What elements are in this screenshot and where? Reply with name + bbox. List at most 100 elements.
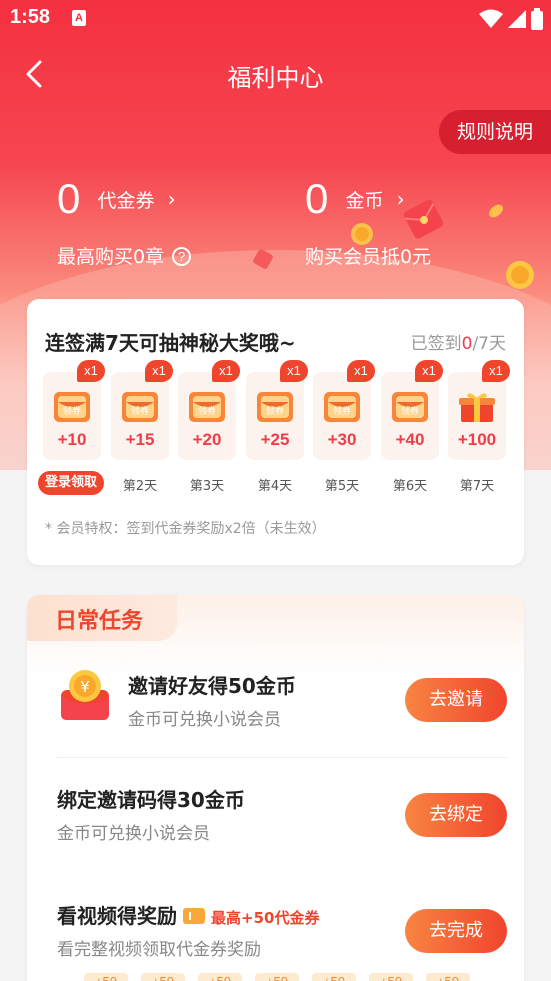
status-time: 1:58: [10, 6, 51, 28]
day-label-login-claim[interactable]: 登录领取: [38, 471, 104, 495]
day-badge: x1: [145, 360, 173, 382]
task-subtitle: 看完整视频领取代金券奖励: [57, 940, 261, 960]
day-label: 第7天: [459, 479, 495, 494]
member-privilege-note: * 会员特权：签到代金券奖励x2倍（未生效）: [45, 521, 326, 537]
svg-text:领券: 领券: [131, 405, 149, 417]
checkin-card: 连签满7天可抽神秘大奖哦~ 已签到0/7天 x1 领券 +10 x1 领券 +1…: [27, 299, 524, 565]
day-amount: +15: [125, 430, 155, 449]
mini-reward: +50: [255, 973, 299, 981]
red-envelope-decoration: [253, 249, 273, 269]
day-label: 第2天: [122, 479, 158, 494]
page-title: 福利中心: [227, 64, 324, 92]
daily-tasks-header: 日常任务: [27, 595, 177, 641]
checkin-progress: 已签到0/7天: [411, 329, 506, 354]
day-badge: x1: [482, 360, 510, 382]
day-badge: x1: [212, 360, 240, 382]
progress-suffix: /7天: [472, 334, 506, 354]
chevron-right-icon: ›: [167, 187, 176, 211]
coupon-icon: 领券: [257, 392, 293, 422]
video-reward-row: +50 +50 +50 +50 +50 +50 +50: [84, 973, 504, 981]
mini-reward: +50: [369, 973, 413, 981]
day-label: 第3天: [189, 479, 225, 494]
complete-button[interactable]: 去完成: [405, 909, 507, 953]
task-watch-video: 看视频得奖励 最高+50代金券 看完整视频领取代金券奖励 去完成: [27, 883, 524, 981]
svg-text:¥: ¥: [80, 678, 90, 696]
coupon-balance[interactable]: 0 代金券 ›: [57, 175, 176, 223]
task-title: 绑定邀请码得30金币: [57, 788, 245, 812]
divider: [57, 757, 507, 758]
day-amount: +25: [260, 430, 290, 449]
task-subtitle: 金币可兑换小说会员: [57, 824, 210, 844]
red-envelope-decoration: [403, 199, 444, 239]
mini-reward: +50: [84, 973, 128, 981]
day-card-3[interactable]: x1 领券 +20: [178, 360, 240, 460]
day-amount: +10: [57, 430, 87, 449]
bind-button[interactable]: 去绑定: [405, 793, 507, 837]
task-subtitle: 金币可兑换小说会员: [128, 710, 281, 730]
coupon-icon: 领券: [392, 392, 428, 422]
checkin-headline: 连签满7天可抽神秘大奖哦~: [45, 331, 296, 355]
coupon-icon: 领券: [189, 392, 225, 422]
mini-reward: +50: [141, 973, 185, 981]
day-card-4[interactable]: x1 领券 +25: [246, 360, 308, 460]
coupon-subtext: 最高购买0章?: [57, 242, 192, 269]
day-card-5[interactable]: x1 领券 +30: [313, 360, 375, 460]
progress-current: 0: [461, 334, 473, 354]
notification-icon: A: [72, 10, 86, 26]
day-badge: x1: [415, 360, 443, 382]
coin-subtext: 购买会员抵0元: [305, 246, 432, 268]
invite-button[interactable]: 去邀请: [405, 678, 507, 722]
svg-text:领券: 领券: [401, 405, 419, 417]
coupon-icon: 领券: [122, 392, 158, 422]
day-amount: +30: [327, 430, 357, 449]
day-badge: x1: [347, 360, 375, 382]
day-badge: x1: [77, 360, 105, 382]
day-card-1[interactable]: x1 领券 +10: [43, 360, 105, 460]
chevron-right-icon: ›: [396, 187, 405, 211]
svg-text:领券: 领券: [333, 405, 351, 417]
task-title: 看视频得奖励: [57, 904, 177, 928]
daily-tasks-card: 日常任务 ¥ 邀请好友得50金币 金币可兑换小说会员 去邀请 绑定邀请码得30金…: [27, 595, 524, 981]
day-label: 第6天: [392, 479, 428, 494]
task-title-row: 看视频得奖励 最高+50代金券: [57, 900, 319, 929]
svg-text:领券: 领券: [198, 405, 216, 417]
red-envelope-icon: ¥: [61, 670, 109, 720]
mini-reward: +50: [312, 973, 356, 981]
checkin-days: x1 领券 +10 x1 领券 +15 x1 领券 +20 x1 领券 +25 …: [43, 360, 510, 462]
coin-balance[interactable]: 0 金币 ›: [305, 175, 405, 223]
mini-reward: +50: [426, 973, 470, 981]
day-label: 第5天: [324, 479, 360, 494]
rules-button[interactable]: 规则说明: [439, 110, 551, 154]
day-amount: +40: [395, 430, 425, 449]
coin-label: 金币: [345, 189, 384, 212]
task-title: 邀请好友得50金币: [128, 674, 296, 698]
coupon-count: 0: [57, 175, 81, 222]
day-badge: x1: [280, 360, 308, 382]
day-amount: +100: [457, 430, 497, 449]
day-label: 第4天: [257, 479, 293, 494]
status-bar: 1:58 A: [0, 0, 551, 38]
wifi-icon: [479, 9, 503, 28]
task-invite: ¥ 邀请好友得50金币 金币可兑换小说会员 去邀请: [27, 650, 524, 760]
day-amount: +20: [192, 430, 222, 449]
help-icon[interactable]: ?: [172, 247, 192, 266]
daily-tasks-title: 日常任务: [55, 609, 144, 634]
svg-text:领券: 领券: [266, 405, 284, 417]
coin-decoration: [489, 204, 503, 218]
ticket-icon: [183, 908, 205, 924]
coin-count: 0: [305, 175, 329, 222]
gift-icon: [459, 393, 495, 422]
signal-icon: [508, 10, 526, 28]
battery-icon: [531, 8, 543, 30]
svg-text:领券: 领券: [63, 405, 81, 417]
day-card-6[interactable]: x1 领券 +40: [381, 360, 443, 460]
day-card-2[interactable]: x1 领券 +15: [111, 360, 173, 460]
coupon-icon: 领券: [324, 392, 360, 422]
mini-reward: +50: [198, 973, 242, 981]
coupon-label: 代金券: [97, 189, 155, 212]
task-bind-code: 绑定邀请码得30金币 金币可兑换小说会员 去绑定: [27, 767, 524, 877]
day-card-7[interactable]: x1 +100: [448, 360, 510, 460]
coupon-subtext-label: 最高购买0章: [57, 246, 165, 268]
progress-prefix: 已签到: [410, 334, 462, 354]
coin-decoration: [506, 261, 534, 289]
